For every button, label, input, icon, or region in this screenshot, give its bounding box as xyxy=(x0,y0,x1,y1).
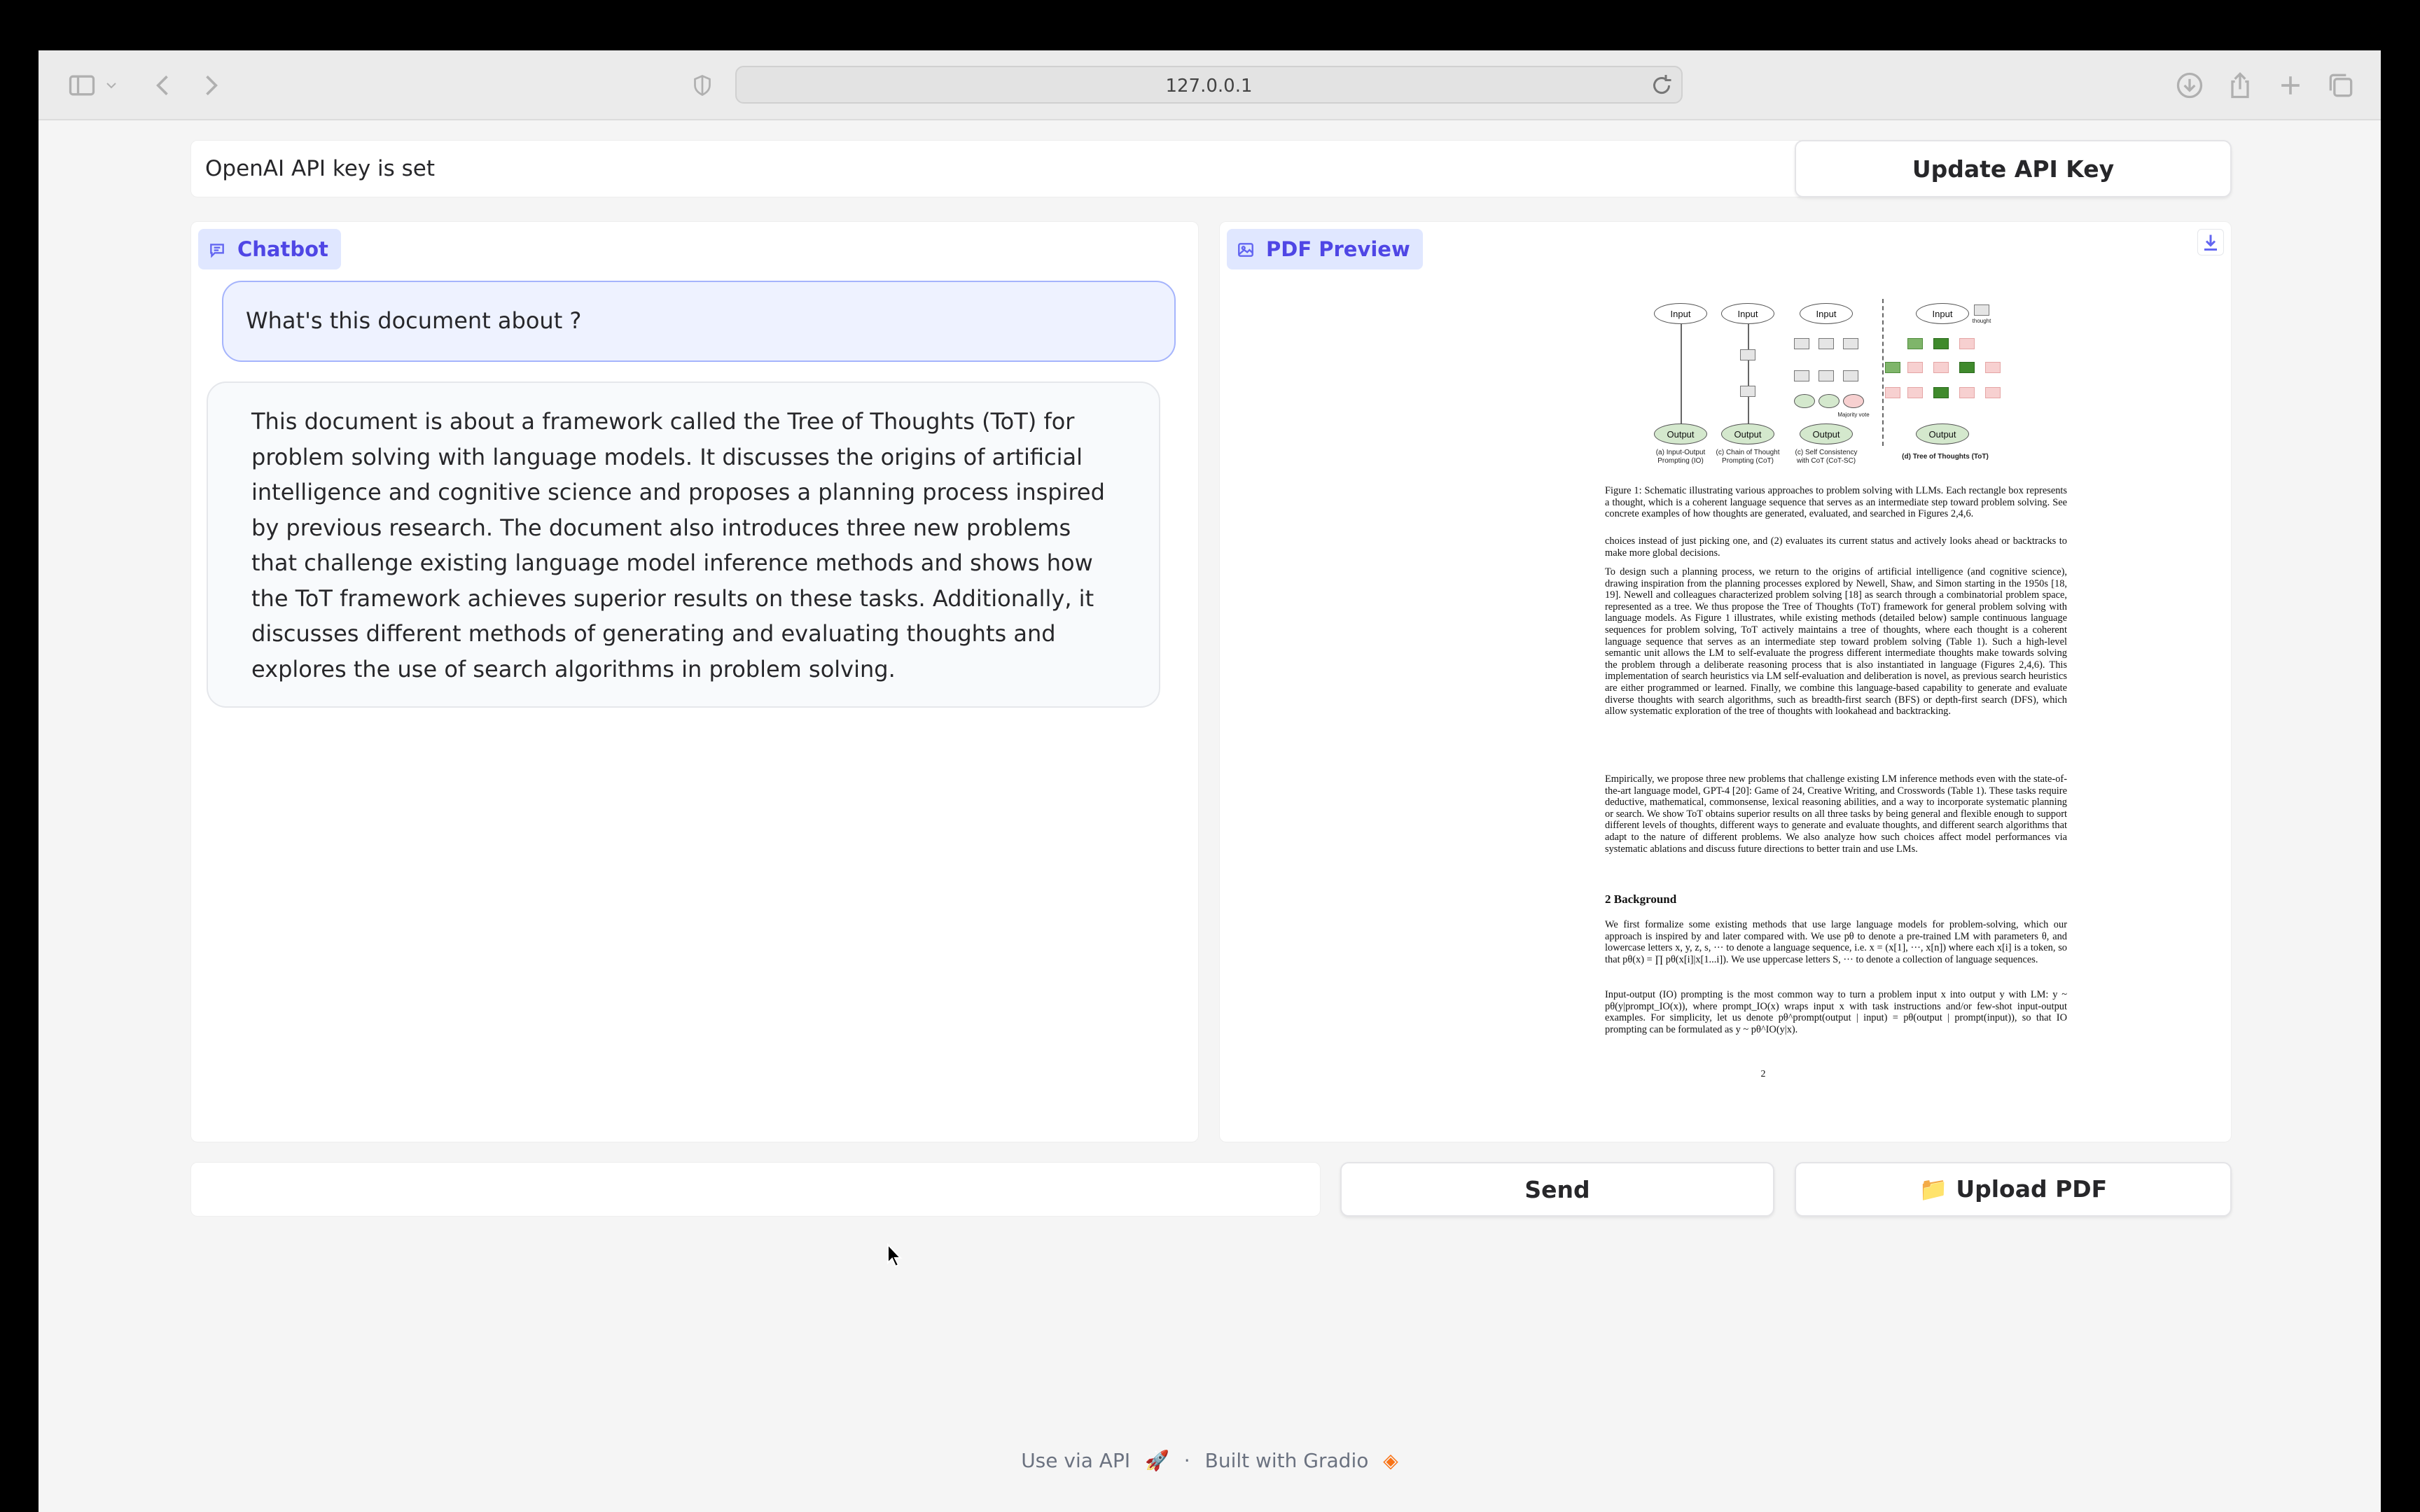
download-icon[interactable] xyxy=(2174,70,2205,101)
address-bar[interactable]: 127.0.0.1 xyxy=(735,66,1683,104)
pdf-preview-panel: PDF Preview Input Output Input Output In… xyxy=(1219,221,2232,1142)
browser-window: 127.0.0.1 OpenAI API key is set Update A… xyxy=(39,50,2381,1512)
update-api-key-button[interactable]: Update API Key xyxy=(1795,140,2232,197)
figure-caption-io: (a) Input-Output Prompting (IO) xyxy=(1655,449,1706,465)
pdf-preview-label: PDF Preview xyxy=(1227,229,1423,270)
pdf-paragraph: choices instead of just picking one, and… xyxy=(1605,536,2067,559)
figure-input-node: Input xyxy=(1654,303,1707,324)
figure-vote-node xyxy=(1843,394,1864,408)
figure-caption-cot: (c) Chain of Thought Prompting (CoT) xyxy=(1716,449,1780,465)
pdf-page-number: 2 xyxy=(1760,1069,1766,1079)
use-via-api-link[interactable]: Use via API xyxy=(1021,1449,1130,1472)
figure-thought-box xyxy=(1843,370,1858,382)
footer: Use via API 🚀 · Built with Gradio ◈ xyxy=(39,1449,2381,1472)
gradio-app: OpenAI API key is set Update API Key Cha… xyxy=(39,120,2381,1512)
figure-thought-box xyxy=(1959,362,1975,373)
figure-input-node: Input xyxy=(1721,303,1774,324)
new-tab-icon[interactable] xyxy=(2275,70,2306,101)
figure-vote-node xyxy=(1819,394,1840,408)
figure-thought-box xyxy=(1819,338,1834,349)
figure-thought-box xyxy=(1885,387,1900,398)
footer-separator: · xyxy=(1183,1449,1190,1472)
figure-thought-box xyxy=(1794,370,1809,382)
figure-output-node: Output xyxy=(1654,424,1707,444)
figure-thought-box xyxy=(1907,362,1923,373)
upload-pdf-button[interactable]: 📁 Upload PDF xyxy=(1795,1162,2232,1217)
pdf-paragraph: We first formalize some existing methods… xyxy=(1605,919,2067,965)
figure-thought-box xyxy=(1985,387,2001,398)
figure-thought-box xyxy=(1933,362,1949,373)
send-button[interactable]: Send xyxy=(1340,1162,1774,1217)
sidebar-toggle-icon[interactable] xyxy=(67,70,97,101)
pdf-preview-label-text: PDF Preview xyxy=(1266,237,1410,261)
forward-icon[interactable] xyxy=(195,70,226,101)
figure-input-node: Input xyxy=(1800,303,1853,324)
figure-caption-cot-sc: (c) Self Consistency with CoT (CoT-SC) xyxy=(1795,449,1858,465)
figure-output-node: Output xyxy=(1721,424,1774,444)
figure-caption-text: Figure 1: Schematic illustrating various… xyxy=(1605,485,2067,520)
figure-divider xyxy=(1882,299,1884,446)
figure-thought-box xyxy=(1740,349,1755,360)
figure-edge xyxy=(1681,324,1682,425)
figure-thought-box xyxy=(1794,338,1809,349)
pdf-page: Input Output Input Output Input Majority… xyxy=(1511,292,2067,1104)
figure-thought-box xyxy=(1907,387,1923,398)
tot-figure: Input Output Input Output Input Majority… xyxy=(1511,292,2015,481)
figure-thought-box xyxy=(1819,370,1834,382)
chat-bubble-icon xyxy=(208,240,226,258)
pdf-paragraph: To design such a planning process, we re… xyxy=(1605,566,2067,718)
reload-icon[interactable] xyxy=(1649,73,1674,98)
bot-message: This document is about a framework calle… xyxy=(207,382,1160,708)
built-with-gradio-link[interactable]: Built with Gradio xyxy=(1205,1449,1369,1472)
thought-legend-label: thought xyxy=(1972,318,1991,324)
rocket-icon: 🚀 xyxy=(1145,1449,1169,1472)
chatbot-label: Chatbot xyxy=(198,229,341,270)
figure-thought-box xyxy=(1885,362,1900,373)
tab-overview-icon[interactable] xyxy=(2325,70,2356,101)
gradio-logo-icon: ◈ xyxy=(1383,1449,1398,1472)
figure-thought-box xyxy=(1843,338,1858,349)
api-status-text: OpenAI API key is set xyxy=(205,156,436,181)
figure-caption-tot: (d) Tree of Thoughts (ToT) xyxy=(1902,453,1989,461)
message-input[interactable] xyxy=(190,1162,1321,1217)
pdf-paragraph: Empirically, we propose three new proble… xyxy=(1605,774,2067,855)
figure-thought-box xyxy=(1933,338,1949,349)
back-icon[interactable] xyxy=(148,70,179,101)
figure-input-node: Input xyxy=(1916,303,1969,324)
figure-thought-box xyxy=(1959,387,1975,398)
download-pdf-icon[interactable] xyxy=(2197,229,2224,255)
url-text: 127.0.0.1 xyxy=(1165,76,1253,97)
share-icon[interactable] xyxy=(2225,70,2255,101)
figure-thought-box xyxy=(1740,386,1755,397)
figure-output-node: Output xyxy=(1916,424,1969,444)
image-icon xyxy=(1237,240,1255,258)
browser-toolbar: 127.0.0.1 xyxy=(39,50,2381,120)
chevron-down-icon[interactable] xyxy=(103,70,120,101)
pdf-section-heading: 2 Background xyxy=(1605,892,1677,906)
figure-vote-node xyxy=(1794,394,1815,408)
chatbot-panel: Chatbot What's this document about ? Thi… xyxy=(190,221,1199,1142)
figure-thought-legend-box xyxy=(1974,304,1989,316)
figure-thought-box xyxy=(1933,387,1949,398)
shield-icon[interactable] xyxy=(690,70,715,101)
pdf-paragraph: Input-output (IO) prompting is the most … xyxy=(1605,989,2067,1035)
figure-output-node: Output xyxy=(1800,424,1853,444)
figure-thought-box xyxy=(1959,338,1975,349)
figure-thought-box xyxy=(1907,338,1923,349)
chatbot-label-text: Chatbot xyxy=(237,237,328,261)
api-status-box: OpenAI API key is set xyxy=(190,140,1809,197)
majority-vote-label: Majority vote xyxy=(1837,412,1870,418)
figure-thought-box xyxy=(1985,362,2001,373)
user-message: What's this document about ? xyxy=(222,281,1176,362)
figure-edge xyxy=(1748,324,1749,425)
mouse-cursor-icon xyxy=(886,1242,905,1268)
